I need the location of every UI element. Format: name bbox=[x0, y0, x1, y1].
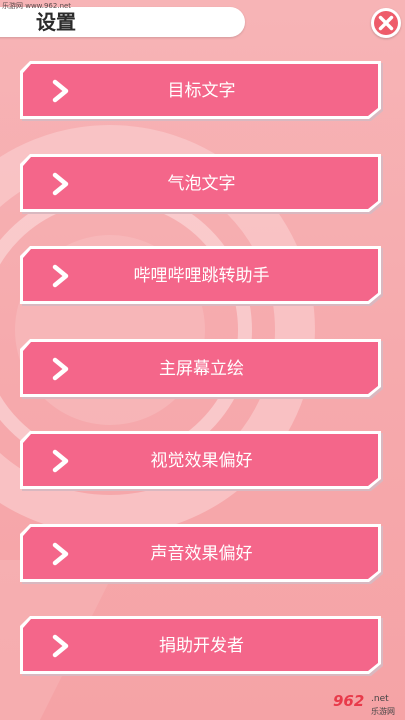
menu-item-label: 捐助开发者 bbox=[159, 636, 244, 656]
menu-item-4[interactable]: 主屏幕立绘 bbox=[19, 338, 384, 400]
menu-item-2[interactable]: 气泡文字 bbox=[19, 153, 384, 215]
menu-item-label: 目标文字 bbox=[167, 81, 236, 101]
settings-screen: 乐游网 www.962.net 设置 目标文字 气泡文字 哔哩哔哩跳转助手 主屏幕立绘… bbox=[0, 0, 405, 720]
menu-item-label: 声音效果偏好 bbox=[150, 544, 253, 564]
menu-item-label: 气泡文字 bbox=[167, 174, 236, 194]
close-x-icon bbox=[378, 15, 394, 31]
menu-item-1[interactable]: 目标文字 bbox=[19, 60, 384, 122]
page-title: 设置 bbox=[36, 10, 76, 34]
menu-item-3[interactable]: 哔哩哔哩跳转助手 bbox=[19, 245, 384, 307]
watermark-logo: 962 .net 乐游网 bbox=[333, 690, 405, 720]
menu-item-label: 主屏幕立绘 bbox=[159, 359, 244, 379]
menu-item-label: 视觉效果偏好 bbox=[150, 451, 253, 471]
close-button[interactable] bbox=[371, 8, 401, 38]
menu-item-7[interactable]: 捐助开发者 bbox=[19, 615, 384, 677]
menu-item-label: 哔哩哔哩跳转助手 bbox=[133, 266, 270, 286]
menu-item-5[interactable]: 视觉效果偏好 bbox=[19, 430, 384, 492]
menu-item-6[interactable]: 声音效果偏好 bbox=[19, 523, 384, 585]
watermark-cn: 乐游网 bbox=[371, 707, 395, 716]
watermark-number: 962 bbox=[333, 692, 365, 710]
watermark-domain: .net bbox=[371, 694, 389, 704]
